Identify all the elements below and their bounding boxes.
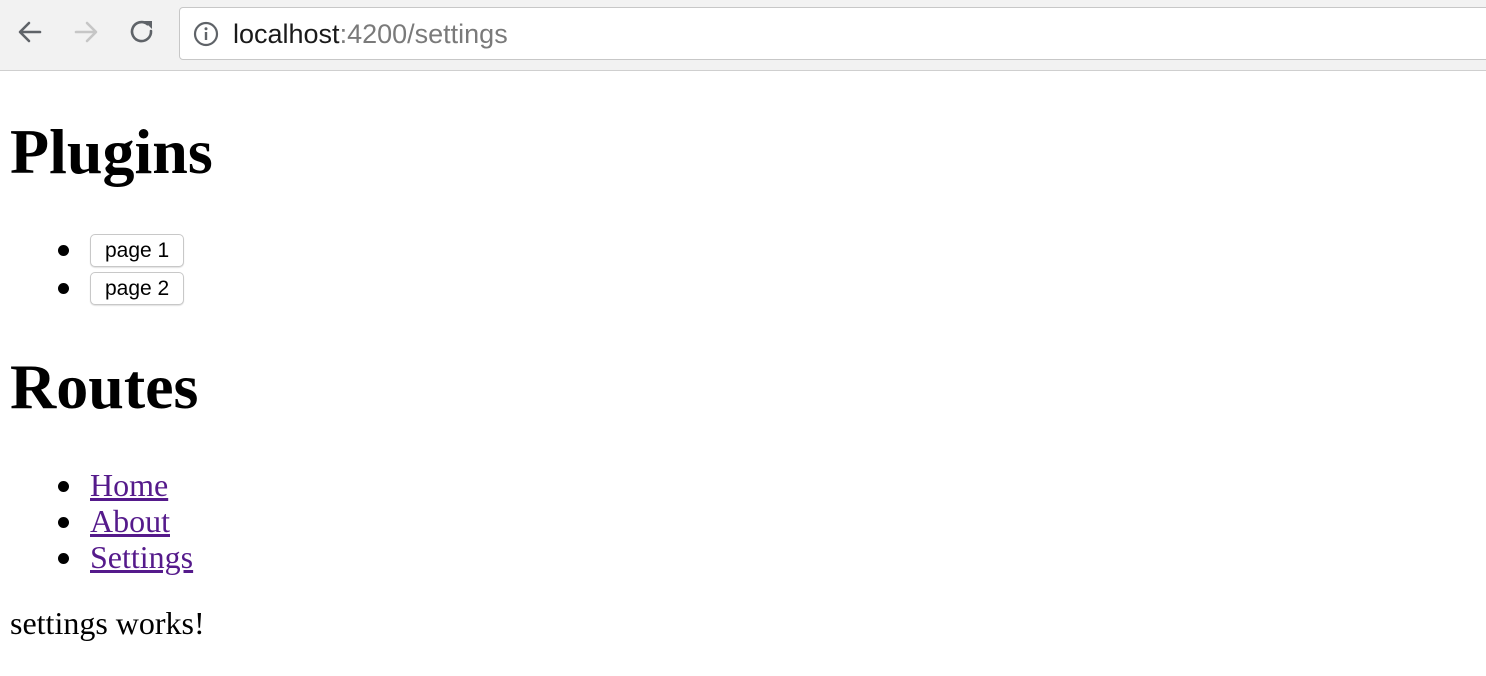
list-item: Settings (10, 539, 193, 575)
url-path: :4200/settings (339, 19, 508, 49)
list-item: About (10, 503, 193, 539)
list-item: page 1 (10, 234, 185, 272)
route-status-text: settings works! (10, 605, 205, 641)
list-item: page 2 (10, 272, 185, 310)
url-host: localhost (233, 19, 340, 49)
forward-arrow-icon (74, 21, 98, 43)
routes-list: Home About Settings (10, 467, 193, 575)
plugin-page-1-button[interactable]: page 1 (90, 234, 185, 267)
route-link-home[interactable]: Home (90, 467, 168, 503)
plugins-heading: Plugins (10, 116, 213, 187)
plugin-page-2-button[interactable]: page 2 (90, 272, 185, 305)
browser-toolbar: localhost:4200/settings (0, 0, 1486, 71)
plugins-list: page 1 page 2 (10, 234, 185, 310)
bullet-icon (58, 481, 69, 492)
bullet-icon (58, 517, 69, 528)
address-bar[interactable]: localhost:4200/settings (179, 7, 1486, 60)
bullet-icon (58, 245, 69, 256)
forward-button[interactable] (72, 18, 100, 46)
bullet-icon (58, 283, 69, 294)
url-text[interactable]: localhost:4200/settings (233, 19, 508, 49)
list-item: Home (10, 467, 193, 503)
route-link-about[interactable]: About (90, 503, 170, 539)
routes-heading: Routes (10, 351, 199, 422)
back-button[interactable] (16, 18, 44, 46)
bullet-icon (58, 553, 69, 564)
reload-button[interactable] (128, 18, 156, 46)
back-arrow-icon (18, 21, 42, 43)
reload-icon (130, 20, 153, 43)
info-icon[interactable] (193, 21, 219, 47)
route-link-settings[interactable]: Settings (90, 539, 193, 575)
